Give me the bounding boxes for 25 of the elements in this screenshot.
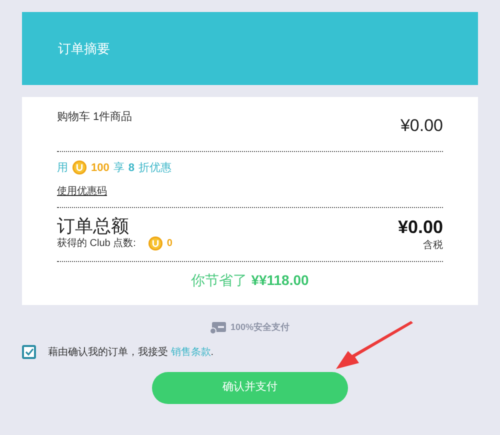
terms-checkbox[interactable] <box>22 345 36 359</box>
secure-payment-text: 100%安全支付 <box>230 321 290 334</box>
card-icon <box>210 322 226 334</box>
offer-suffix: 折优惠 <box>138 160 172 176</box>
total-label: 订单总额 <box>57 216 130 236</box>
points-value: 0 <box>166 237 172 251</box>
offer-prefix: 用 <box>57 160 68 176</box>
total-price: ¥0.00 <box>398 216 443 238</box>
terms-text: 藉由确认我的订单，我接受 销售条款. <box>48 346 214 360</box>
promo-code-link[interactable]: 使用优惠码 <box>57 184 107 199</box>
coin-icon <box>72 160 87 176</box>
check-icon <box>24 348 34 356</box>
offer-coins: 100 <box>91 160 110 176</box>
offer-middle: 享 <box>113 160 124 176</box>
offer-discount: 8 <box>128 160 134 176</box>
terms-link[interactable]: 销售条款 <box>170 346 211 358</box>
points-label: 获得的 Club 点数: <box>57 236 136 251</box>
header-title: 订单摘要 <box>58 40 110 58</box>
savings-label: 你节省了 <box>191 271 248 290</box>
savings-amount: ¥¥118.00 <box>251 271 309 290</box>
confirm-pay-button[interactable]: 确认并支付 <box>152 372 348 404</box>
cart-label: 购物车 1件商品 <box>57 110 132 125</box>
coin-icon <box>148 236 163 251</box>
cart-price: ¥0.00 <box>400 115 443 137</box>
tax-note: 含税 <box>423 238 443 253</box>
